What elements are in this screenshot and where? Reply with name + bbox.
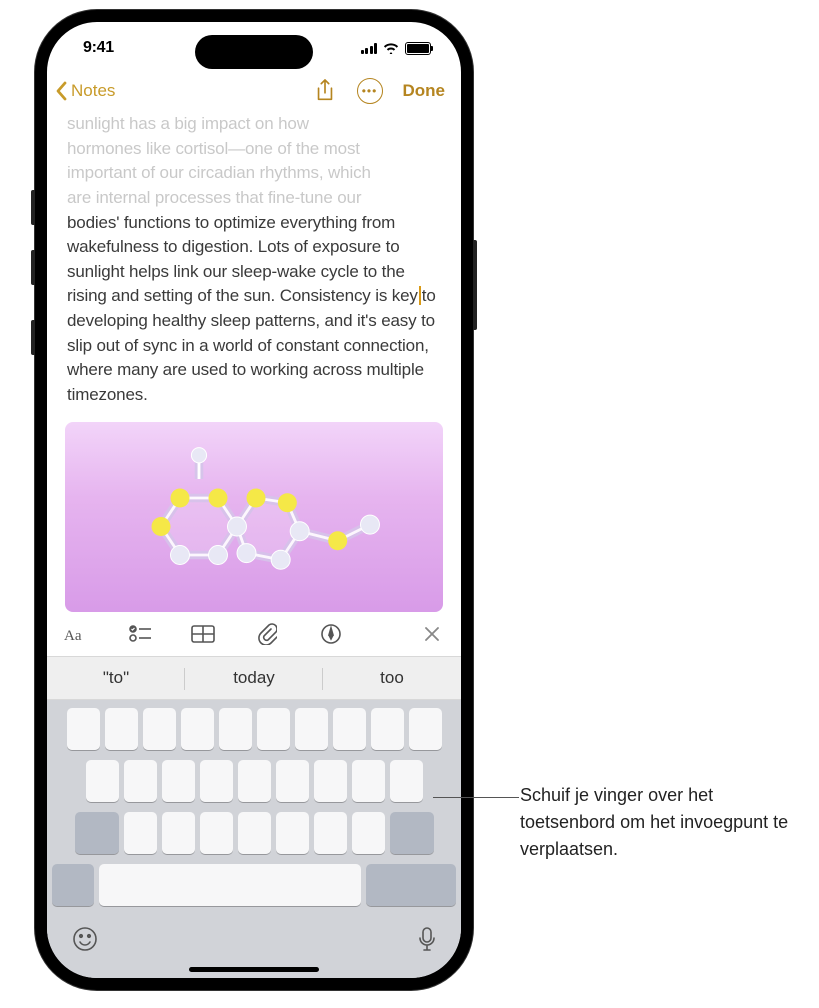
blank-key[interactable] [295, 708, 328, 750]
suggestion-3[interactable]: too [323, 657, 461, 699]
microphone-icon [418, 926, 436, 952]
callout-text: Schuif je vinger over het toetsenbord om… [520, 782, 800, 863]
text-format-button[interactable]: Aa [63, 620, 89, 648]
nav-bar: Notes ••• Done [47, 74, 461, 112]
blank-key[interactable] [276, 760, 309, 802]
note-attached-image[interactable] [65, 422, 443, 612]
blank-key[interactable] [200, 760, 233, 802]
share-icon [315, 79, 335, 103]
markup-button[interactable] [318, 620, 344, 648]
kb-row-1 [52, 708, 456, 750]
status-time: 9:41 [83, 39, 114, 57]
phone-screen: 9:41 Notes [39, 14, 469, 986]
cellular-icon [361, 43, 378, 54]
blank-key[interactable] [67, 708, 100, 750]
dynamic-island [195, 35, 313, 69]
blank-key[interactable] [162, 812, 195, 854]
close-icon [424, 626, 440, 642]
kb-bottom-row [52, 916, 456, 959]
callout-line [433, 797, 519, 798]
blank-key[interactable] [200, 812, 233, 854]
blank-key[interactable] [352, 812, 385, 854]
blank-key[interactable] [314, 760, 347, 802]
blank-delete-key[interactable] [390, 812, 434, 854]
checklist-icon [129, 625, 151, 643]
blank-123-key[interactable] [52, 864, 94, 906]
blank-key[interactable] [238, 812, 271, 854]
blank-key[interactable] [390, 760, 423, 802]
blank-key[interactable] [105, 708, 138, 750]
pen-circle-icon [320, 623, 342, 645]
format-toolbar: Aa [47, 612, 461, 656]
close-toolbar-button[interactable] [419, 620, 445, 648]
blank-key[interactable] [124, 760, 157, 802]
blank-return-key[interactable] [366, 864, 456, 906]
checklist-button[interactable] [127, 620, 153, 648]
done-button[interactable]: Done [403, 81, 446, 101]
kb-row-2 [52, 760, 456, 802]
more-button[interactable]: ••• [357, 78, 383, 104]
blank-key[interactable] [219, 708, 252, 750]
blank-key[interactable] [86, 760, 119, 802]
blank-key[interactable] [352, 760, 385, 802]
emoji-icon [72, 926, 98, 952]
suggestion-2[interactable]: today [185, 657, 323, 699]
molecule-graphic [84, 441, 424, 593]
table-icon [191, 625, 215, 643]
phone-frame: 9:41 Notes [35, 10, 473, 990]
blank-key[interactable] [276, 812, 309, 854]
dictation-button[interactable] [418, 926, 436, 957]
kb-row-4 [52, 864, 456, 906]
ellipsis-icon: ••• [362, 84, 378, 98]
blank-key[interactable] [238, 760, 271, 802]
blank-key[interactable] [409, 708, 442, 750]
kb-row-3 [52, 812, 456, 854]
chevron-left-icon [55, 80, 69, 102]
share-button[interactable] [313, 79, 337, 103]
home-indicator[interactable] [189, 967, 319, 972]
blank-space-key[interactable] [99, 864, 361, 906]
status-icons [361, 42, 432, 55]
table-button[interactable] [190, 620, 216, 648]
blank-key[interactable] [257, 708, 290, 750]
battery-icon [405, 42, 431, 55]
blank-key[interactable] [371, 708, 404, 750]
blank-key[interactable] [314, 812, 347, 854]
text-cursor [419, 286, 421, 305]
note-faded-text: sunlight has a big impact on how hormone… [67, 112, 441, 211]
blank-key[interactable] [333, 708, 366, 750]
svg-text:Aa: Aa [64, 628, 82, 644]
wifi-icon [383, 42, 399, 54]
blank-key[interactable] [143, 708, 176, 750]
keyboard-trackpad-mode[interactable] [47, 700, 461, 980]
emoji-button[interactable] [72, 926, 98, 957]
suggestion-bar: "to" today too [47, 656, 461, 700]
note-body[interactable]: sunlight has a big impact on how hormone… [47, 112, 461, 408]
back-button[interactable]: Notes [55, 80, 115, 102]
note-text-pre: bodies' functions to optimize everything… [67, 213, 418, 306]
text-format-icon: Aa [64, 624, 88, 644]
blank-key[interactable] [162, 760, 195, 802]
blank-key[interactable] [181, 708, 214, 750]
suggestion-1[interactable]: "to" [47, 657, 185, 699]
paperclip-icon [257, 623, 277, 645]
blank-key[interactable] [124, 812, 157, 854]
blank-shift-key[interactable] [75, 812, 119, 854]
back-label: Notes [71, 81, 115, 101]
attachment-button[interactable] [254, 620, 280, 648]
